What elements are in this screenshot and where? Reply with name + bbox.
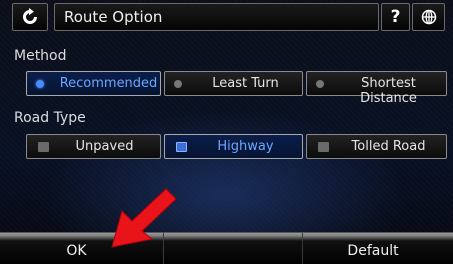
road-type-option-unpaved[interactable]: Unpaved [26, 134, 161, 159]
method-option-shortest-distance[interactable]: Shortest Distance [306, 71, 447, 106]
option-label: Unpaved [75, 139, 134, 154]
checkbox-unchecked-icon [38, 142, 49, 152]
help-button[interactable]: ? [381, 3, 410, 31]
radio-unselected-icon [174, 80, 182, 88]
option-label: Tolled Road [351, 139, 426, 154]
globe-icon [421, 9, 436, 25]
default-button-label: Default [347, 243, 399, 259]
header-bar: Route Option ? [0, 0, 453, 34]
title-bar: Route Option [54, 3, 379, 31]
option-label: Least Turn [212, 76, 279, 91]
bottom-action-bar: OK Default [0, 232, 453, 264]
checkbox-unchecked-icon [318, 142, 329, 152]
road-type-option-tolled-road[interactable]: Tolled Road [306, 134, 447, 159]
checkbox-checked-icon [176, 142, 187, 152]
method-option-least-turn[interactable]: Least Turn [164, 71, 303, 96]
method-option-recommended[interactable]: Recommended [26, 71, 161, 96]
red-arrow-annotation-icon [111, 188, 177, 248]
option-label: Highway [217, 139, 274, 154]
radio-unselected-icon [316, 80, 324, 88]
default-button[interactable]: Default [303, 233, 453, 264]
empty-action-button[interactable] [163, 233, 303, 264]
road-type-section-label: Road Type [14, 110, 86, 126]
refresh-back-icon [23, 8, 37, 24]
option-label: Recommended [59, 76, 158, 91]
route-option-screen: Route Option ? Method Recommended Least … [0, 0, 453, 264]
help-icon: ? [390, 7, 401, 27]
option-label: Shortest Distance [360, 76, 417, 106]
language-button[interactable] [412, 3, 445, 31]
road-type-option-highway[interactable]: Highway [164, 134, 303, 159]
back-button[interactable] [12, 3, 48, 31]
method-section-label: Method [14, 48, 67, 64]
radio-selected-icon [36, 80, 44, 88]
page-title: Route Option [64, 8, 163, 26]
